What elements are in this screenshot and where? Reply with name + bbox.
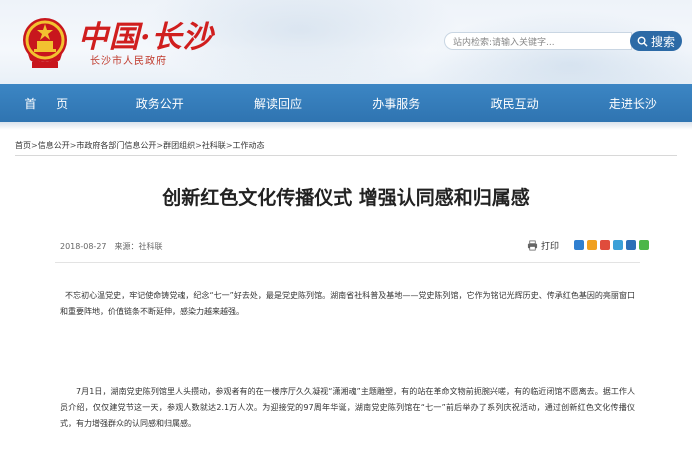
nav-item-government-affairs[interactable]: 政务公开 bbox=[101, 84, 219, 122]
nav-item-about-changsha[interactable]: 走进长沙 bbox=[574, 84, 692, 122]
nav-item-interaction[interactable]: 政民互动 bbox=[455, 84, 573, 122]
breadcrumb-mass-organizations[interactable]: 群团组织 bbox=[163, 141, 195, 150]
share-bar bbox=[574, 240, 649, 250]
breadcrumb: 首页>信息公开>市政府各部门信息公开>群团组织>社科联>工作动态 bbox=[15, 140, 677, 156]
search-button-label: 搜索 bbox=[650, 34, 675, 49]
article-source: 来源：社科联 bbox=[114, 242, 163, 251]
print-label: 打印 bbox=[541, 242, 560, 252]
print-button[interactable]: 打印 bbox=[527, 239, 559, 252]
main-nav: 首 页 政务公开 解读回应 办事服务 政民互动 走进长沙 bbox=[0, 84, 692, 122]
breadcrumb-separator: > bbox=[31, 141, 38, 150]
article-paragraph-text: 7月1日，湖南党史陈列馆里人头攒动，参观者有的在一楼序厅久久凝视“潇湘魂”主题雕… bbox=[60, 387, 635, 428]
breadcrumb-home[interactable]: 首页 bbox=[15, 141, 31, 150]
nav-item-interpretation[interactable]: 解读回应 bbox=[219, 84, 337, 122]
share-plus-icon[interactable] bbox=[574, 240, 584, 250]
article-paragraph: 7月1日，湖南党史陈列馆里人头攒动，参观者有的在一楼序厅久久凝视“潇湘魂”主题雕… bbox=[60, 384, 635, 432]
divider bbox=[55, 262, 640, 263]
article-paragraph-text: 不忘初心温党史，牢记使命铸党魂，纪念“七一”好去处，最是党史陈列馆。湖南省社科普… bbox=[60, 291, 635, 316]
share-wechat-icon[interactable] bbox=[639, 240, 649, 250]
search-button[interactable]: 搜索 bbox=[630, 31, 682, 51]
breadcrumb-work-news[interactable]: 工作动态 bbox=[233, 141, 265, 150]
article-meta: 2018-08-27 来源：社科联 bbox=[60, 241, 163, 252]
article-paragraph: 不忘初心温党史，牢记使命铸党魂，纪念“七一”好去处，最是党史陈列馆。湖南省社科普… bbox=[60, 288, 635, 320]
national-emblem-icon[interactable] bbox=[20, 14, 70, 70]
site-logo-subtitle: 长沙市人民政府 bbox=[90, 56, 167, 67]
nav-shadow bbox=[0, 122, 692, 130]
share-tencent-icon[interactable] bbox=[613, 240, 623, 250]
breadcrumb-info-public[interactable]: 信息公开 bbox=[38, 141, 70, 150]
share-weibo-icon[interactable] bbox=[600, 240, 610, 250]
site-header: 中国·长沙 长沙市人民政府 站内检索:请输入关键字... 搜索 bbox=[0, 0, 692, 84]
share-qzone-icon[interactable] bbox=[587, 240, 597, 250]
search-input[interactable]: 站内检索:请输入关键字... bbox=[444, 32, 632, 50]
printer-icon bbox=[527, 240, 538, 251]
breadcrumb-separator: > bbox=[195, 141, 202, 150]
article-title: 创新红色文化传播仪式 增强认同感和归属感 bbox=[162, 187, 530, 209]
breadcrumb-departments[interactable]: 市政府各部门信息公开 bbox=[76, 141, 156, 150]
site-logo-title[interactable]: 中国·长沙 bbox=[78, 12, 213, 56]
divider bbox=[15, 155, 677, 156]
search-icon bbox=[637, 36, 648, 47]
breadcrumb-social-science[interactable]: 社科联 bbox=[202, 141, 226, 150]
nav-item-services[interactable]: 办事服务 bbox=[337, 84, 455, 122]
article-date: 2018-08-27 bbox=[60, 242, 107, 251]
share-renren-icon[interactable] bbox=[626, 240, 636, 250]
nav-item-home[interactable]: 首 页 bbox=[0, 84, 101, 122]
breadcrumb-separator: > bbox=[225, 141, 233, 150]
